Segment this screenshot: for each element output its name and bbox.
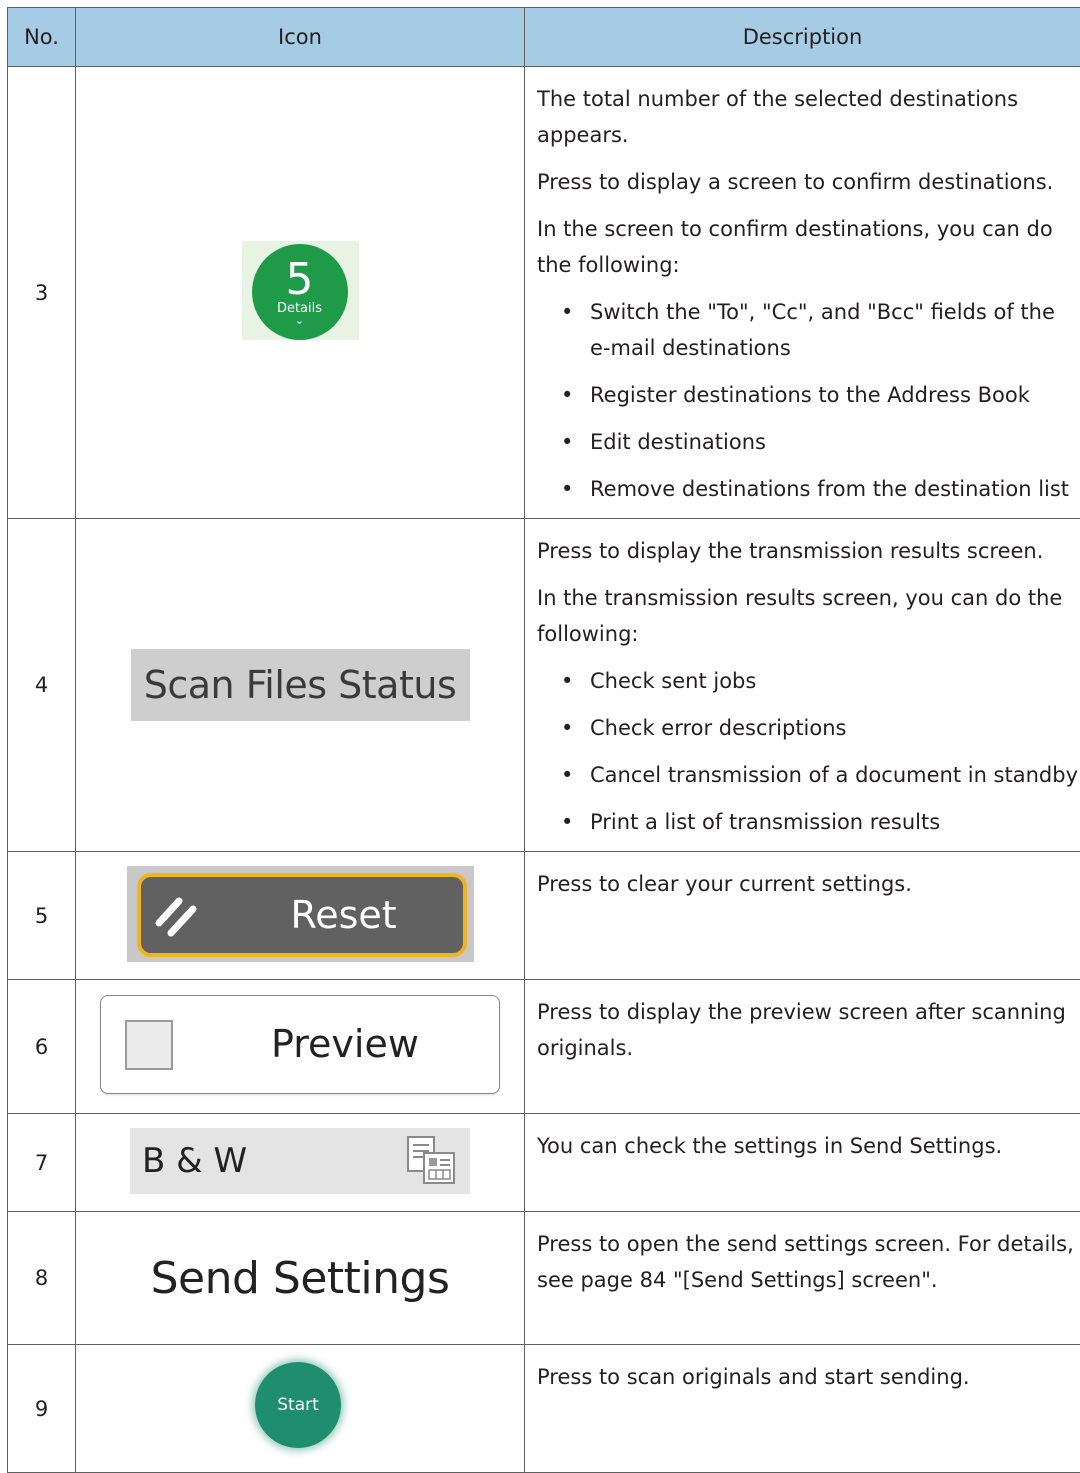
row-description: Press to open the send settings screen. … xyxy=(525,1212,1080,1345)
table-row: 3 5 Details ⌄ The total number of the se… xyxy=(8,67,1080,519)
send-settings-icon xyxy=(404,1135,462,1187)
description-paragraph: Press to scan originals and start sendin… xyxy=(537,1359,1076,1395)
table-row: 7 B & W xyxy=(8,1114,1080,1212)
list-item: Check error descriptions xyxy=(537,710,1076,746)
list-item: Register destinations to the Address Boo… xyxy=(537,377,1076,413)
preview-label: Preview xyxy=(271,996,419,1093)
row-number: 5 xyxy=(8,852,76,980)
description-paragraph: Press to open the send settings screen. … xyxy=(537,1226,1076,1298)
list-item: Print a list of transmission results xyxy=(537,804,1076,840)
list-item: Switch the "To", "Cc", and "Bcc" fields … xyxy=(537,294,1076,366)
reset-button: Reset xyxy=(127,866,474,962)
description-paragraph: Press to display the preview screen afte… xyxy=(537,994,1076,1066)
row-number: 3 xyxy=(8,67,76,519)
chevron-down-icon: ⌄ xyxy=(252,316,348,326)
header-description: Description xyxy=(525,8,1080,67)
description-paragraph: You can check the settings in Send Setti… xyxy=(537,1128,1076,1164)
row-number: 8 xyxy=(8,1212,76,1345)
table-row: 5 Reset Press to clear your current sett… xyxy=(8,852,1080,980)
details-icon: 5 Details ⌄ xyxy=(242,241,359,340)
description-paragraph: In the screen to confirm destinations, y… xyxy=(537,211,1076,283)
description-paragraph: Press to display a screen to confirm des… xyxy=(537,164,1076,200)
list-item: Cancel transmission of a document in sta… xyxy=(537,757,1076,793)
table-header-row: No. Icon Description xyxy=(8,8,1080,67)
table-row: 8 Send Settings Press to open the send s… xyxy=(8,1212,1080,1345)
description-paragraph: Press to clear your current settings. xyxy=(537,866,1076,902)
bw-settings-bar: B & W xyxy=(130,1128,470,1194)
checkbox-icon xyxy=(125,1020,173,1070)
row-description: Press to display the transmission result… xyxy=(525,519,1080,852)
bullet-list: Check sent jobs Check error descriptions… xyxy=(537,663,1076,840)
list-item: Check sent jobs xyxy=(537,663,1076,699)
reset-label: Reset xyxy=(291,877,397,953)
header-icon: Icon xyxy=(76,8,525,67)
table-row: 6 Preview Press to display the preview s… xyxy=(8,980,1080,1114)
bullet-list: Switch the "To", "Cc", and "Bcc" fields … xyxy=(537,294,1076,507)
start-label: Start xyxy=(255,1362,341,1448)
row-description: You can check the settings in Send Setti… xyxy=(525,1114,1080,1212)
row-number: 4 xyxy=(8,519,76,852)
preview-checkbox: Preview xyxy=(100,995,500,1094)
destination-count-badge: 5 Details ⌄ xyxy=(252,244,348,340)
row-number: 9 xyxy=(8,1345,76,1473)
row-description: Press to scan originals and start sendin… xyxy=(525,1345,1080,1473)
row-description: The total number of the selected destina… xyxy=(525,67,1080,519)
destination-count: 5 xyxy=(252,258,348,302)
description-paragraph: Press to display the transmission result… xyxy=(537,533,1076,569)
table-row: 9 Start Press to scan originals and star… xyxy=(8,1345,1080,1473)
description-table: No. Icon Description 3 5 Details ⌄ The t… xyxy=(7,7,1080,1473)
header-no: No. xyxy=(8,8,76,67)
table-row: 4 Scan Files Status Press to display the… xyxy=(8,519,1080,852)
list-item: Edit destinations xyxy=(537,424,1076,460)
row-description: Press to display the preview screen afte… xyxy=(525,980,1080,1114)
description-paragraph: In the transmission results screen, you … xyxy=(537,580,1076,652)
send-settings-button: Send Settings xyxy=(151,1253,450,1304)
start-button: Start xyxy=(250,1357,350,1457)
row-description: Press to clear your current settings. xyxy=(525,852,1080,980)
row-number: 7 xyxy=(8,1114,76,1212)
list-item: Remove destinations from the destination… xyxy=(537,471,1076,507)
row-number: 6 xyxy=(8,980,76,1114)
description-paragraph: The total number of the selected destina… xyxy=(537,81,1076,153)
scan-files-status-button: Scan Files Status xyxy=(131,649,470,721)
color-mode-label: B & W xyxy=(142,1128,247,1194)
reset-icon xyxy=(155,893,201,937)
